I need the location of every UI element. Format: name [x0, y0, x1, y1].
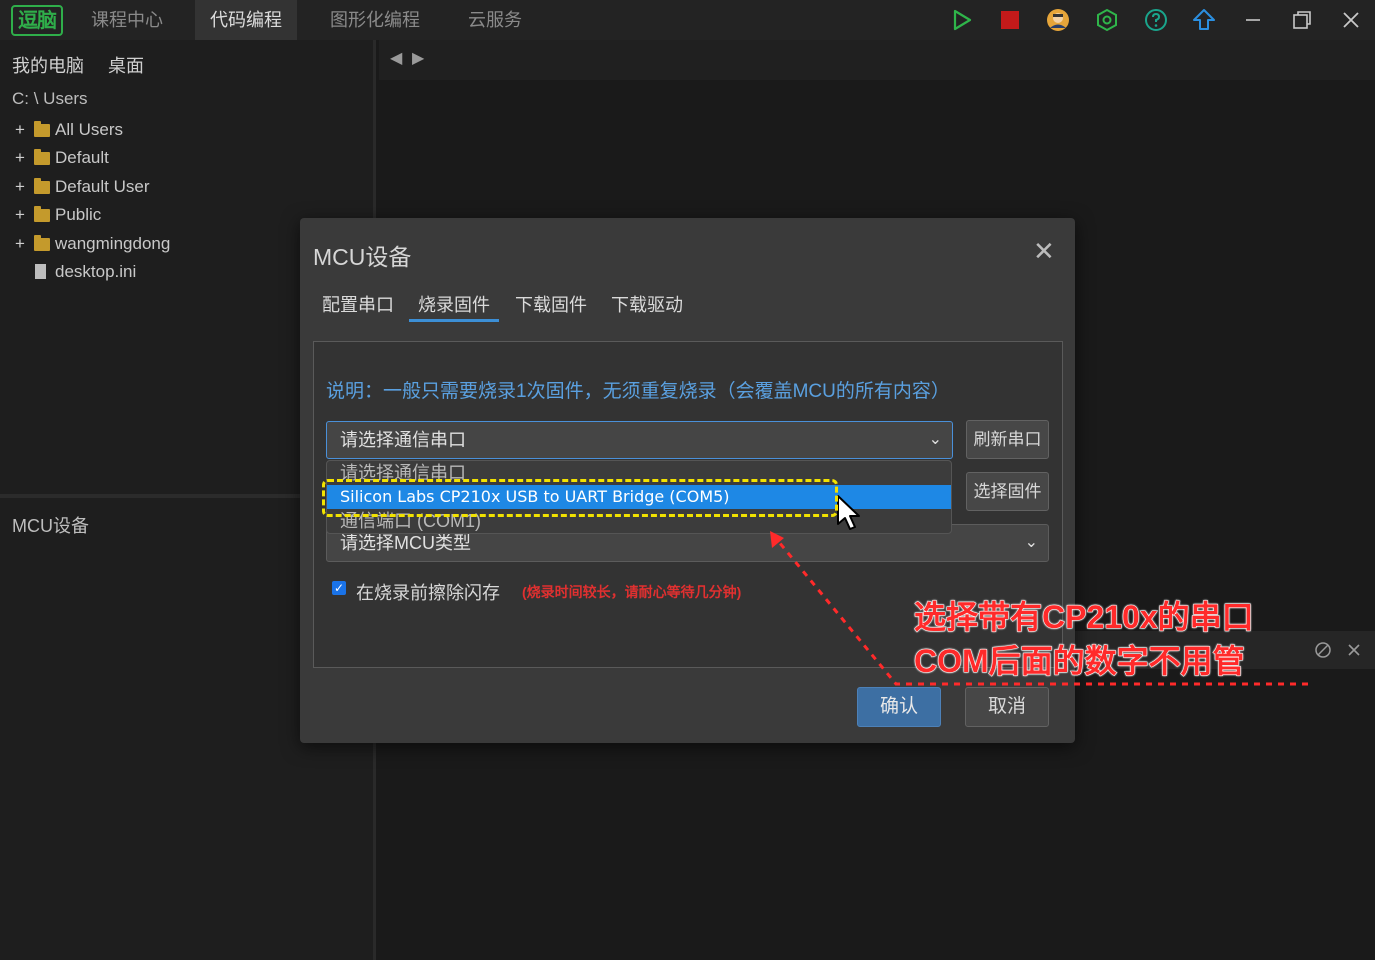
erase-flash-checkbox[interactable]: ✓ — [332, 581, 346, 595]
title-bar: 逗脑 课程中心 代码编程 图形化编程 云服务 — [0, 0, 1375, 40]
close-icon[interactable] — [1339, 8, 1363, 32]
tab-configure-port[interactable]: 配置串口 — [322, 291, 394, 317]
file-icon — [35, 264, 46, 279]
settings-hex-icon[interactable] — [1095, 8, 1119, 32]
highlight-box — [322, 479, 838, 517]
help-icon[interactable] — [1144, 8, 1168, 32]
tree-item-default[interactable]: + Default — [0, 145, 370, 171]
folder-icon — [34, 121, 50, 137]
expand-icon[interactable]: + — [15, 120, 25, 140]
folder-icon — [34, 206, 50, 222]
run-icon[interactable] — [950, 8, 974, 32]
burn-note: 说明：一般只需要烧录1次固件，无须重复烧录（会覆盖MCU的所有内容） — [326, 381, 950, 402]
dialog-close-icon[interactable]: ✕ — [1033, 238, 1055, 264]
confirm-button[interactable]: 确认 — [857, 687, 941, 727]
active-tab-indicator — [409, 319, 499, 322]
nav-forward-icon[interactable]: ▶ — [412, 48, 424, 68]
current-path: C: \ Users — [12, 89, 88, 108]
select-firmware-button[interactable]: 选择固件 — [966, 472, 1049, 511]
chevron-down-icon: ⌄ — [928, 431, 942, 448]
minimize-icon[interactable] — [1241, 8, 1265, 32]
restore-icon[interactable] — [1290, 8, 1314, 32]
tab-download-driver[interactable]: 下载驱动 — [611, 291, 683, 317]
tab-graphical-programming[interactable]: 图形化编程 — [315, 0, 435, 40]
annotation-line-1: 选择带有CP210x的串口 — [914, 599, 1255, 636]
tree-item-all-users[interactable]: + All Users — [0, 117, 370, 143]
app-logo: 逗脑 — [11, 5, 63, 36]
mcu-panel-title: MCU设备 — [12, 516, 89, 536]
folder-icon — [34, 235, 50, 251]
expand-icon[interactable]: + — [15, 234, 25, 254]
stop-icon[interactable] — [998, 8, 1022, 32]
tree-item-default-user[interactable]: + Default User — [0, 174, 370, 200]
tab-code-programming[interactable]: 代码编程 — [195, 0, 297, 40]
location-my-computer[interactable]: 我的电脑 — [12, 52, 84, 78]
folder-icon — [34, 149, 50, 165]
tab-download-firmware[interactable]: 下载固件 — [515, 291, 587, 317]
erase-flash-label: 在烧录前擦除闪存 — [356, 583, 500, 603]
dialog-title: MCU设备 — [313, 244, 412, 270]
location-desktop[interactable]: 桌面 — [108, 52, 144, 78]
upload-icon[interactable] — [1192, 8, 1216, 32]
expand-icon[interactable]: + — [15, 177, 25, 197]
cancel-button[interactable]: 取消 — [965, 687, 1049, 727]
user-avatar-icon[interactable] — [1046, 8, 1070, 32]
tab-cloud-service[interactable]: 云服务 — [453, 0, 537, 40]
port-select[interactable]: 请选择通信串口 ⌄ — [326, 421, 953, 459]
mouse-cursor-icon — [837, 495, 860, 530]
expand-icon[interactable]: + — [15, 205, 25, 225]
folder-icon — [34, 178, 50, 194]
close-panel-icon[interactable] — [1346, 642, 1362, 658]
refresh-port-button[interactable]: 刷新串口 — [966, 420, 1049, 459]
nav-back-icon[interactable]: ◀ — [390, 48, 402, 68]
annotation-line-2: COM后面的数字不用管 — [914, 643, 1246, 680]
editor-header — [379, 40, 1375, 80]
expand-icon[interactable]: + — [15, 148, 25, 168]
erase-flash-note: (烧录时间较长，请耐心等待几分钟) — [522, 584, 742, 600]
tab-burn-firmware[interactable]: 烧录固件 — [418, 291, 490, 317]
tab-courses[interactable]: 课程中心 — [76, 0, 178, 40]
